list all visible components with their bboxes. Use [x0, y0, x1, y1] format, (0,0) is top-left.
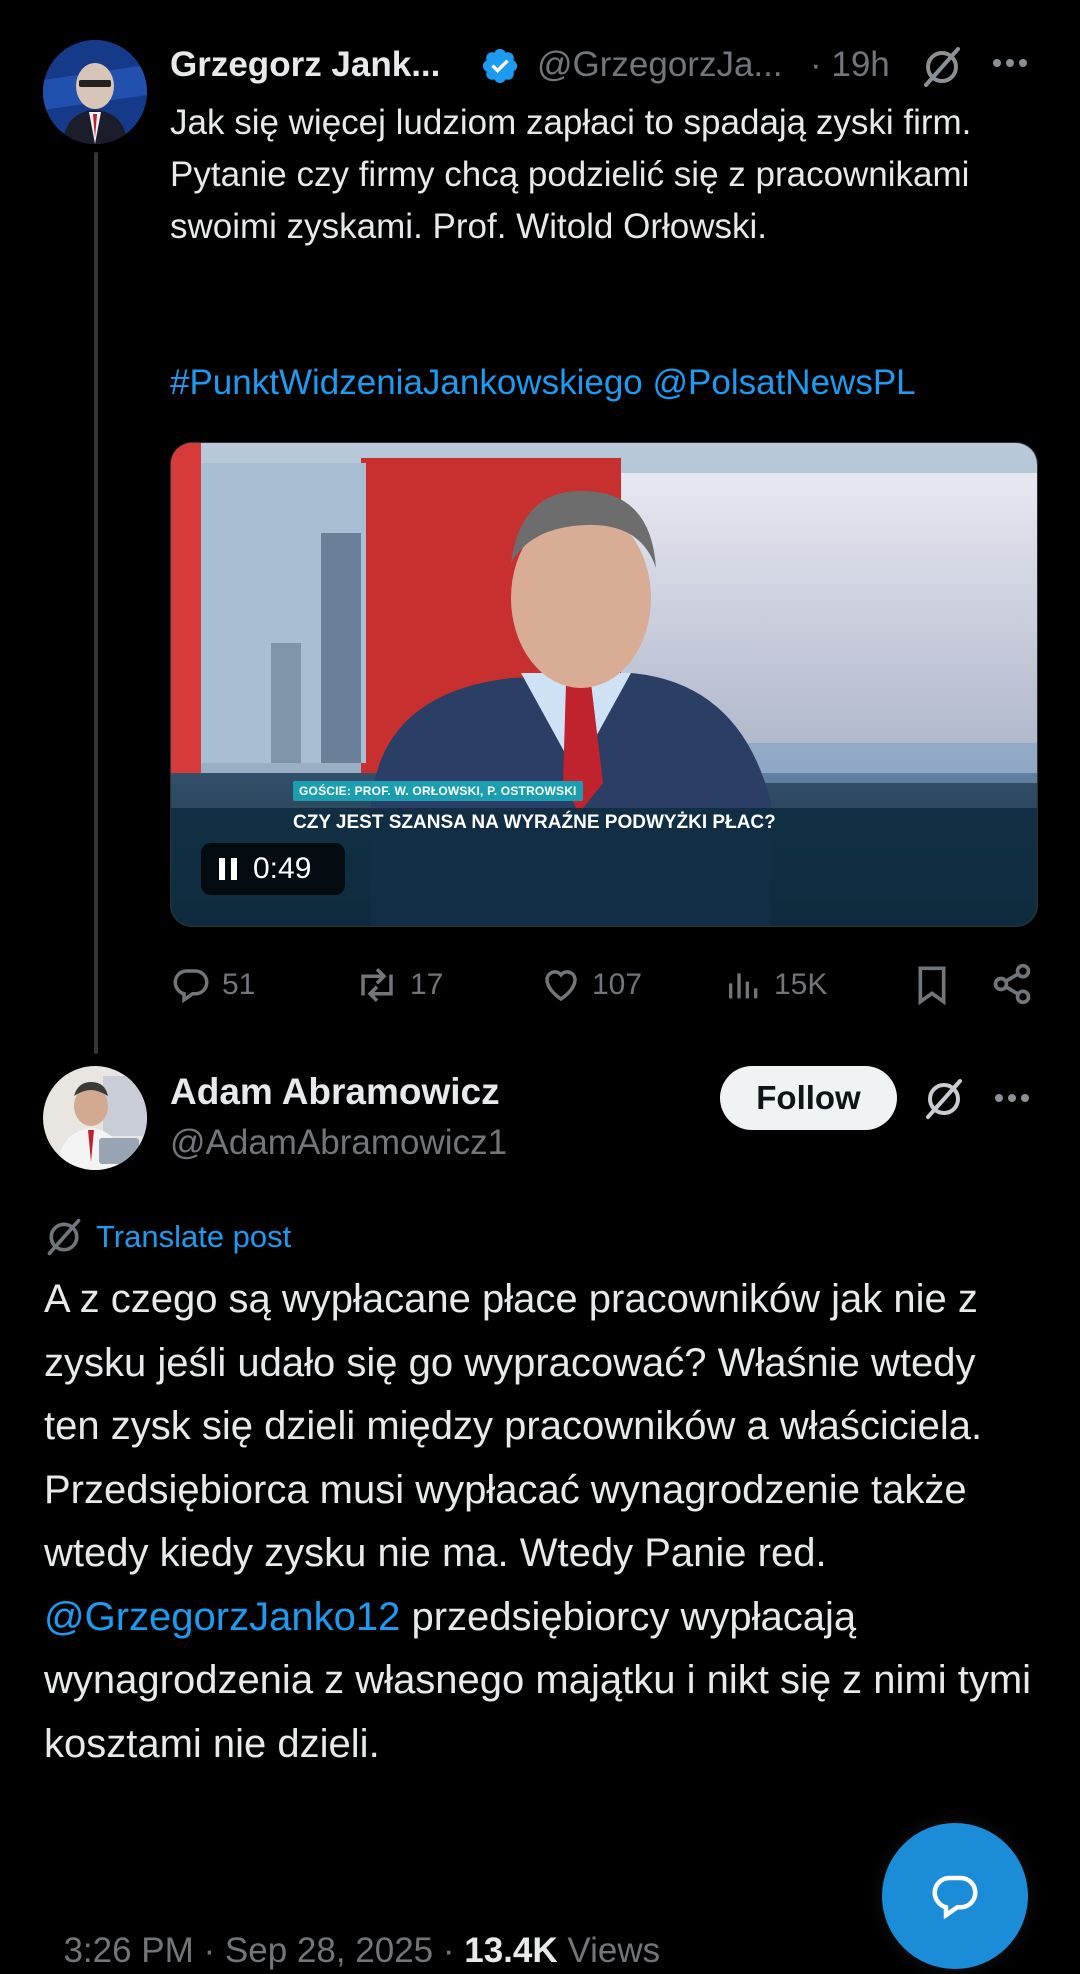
video-guests-caption: GOŚCIE: PROF. W. ORŁOWSKI, P. OSTROWSKI: [299, 784, 577, 798]
pause-icon[interactable]: [217, 856, 239, 882]
more-options-icon[interactable]: [990, 56, 1030, 70]
repost-action[interactable]: 17: [354, 960, 443, 1010]
reply-text-part1: A z czego są wypłacane płace pracowników…: [44, 1277, 983, 1575]
compose-reply-button[interactable]: [882, 1823, 1028, 1969]
like-count: 107: [592, 968, 643, 1001]
post-tags: #PunktWidzeniaJankowskiego @PolsatNewsPL: [170, 357, 916, 409]
heart-icon: [540, 964, 582, 1006]
translate-icon: [44, 1217, 84, 1257]
reply-text: A z czego są wypłacane płace pracowników…: [44, 1268, 1034, 1776]
views-action[interactable]: 15K: [724, 960, 827, 1010]
hashtag-link[interactable]: #PunktWidzeniaJankowskiego: [170, 363, 643, 402]
views-count: 15K: [774, 968, 828, 1001]
verified-badge-icon: [480, 46, 520, 86]
bookmark-icon[interactable]: [912, 962, 952, 1008]
reply-action[interactable]: 51: [170, 960, 255, 1010]
video-headline: CZY JEST SZANSA NA WYRAŹNE PODWYŻKI PŁAC…: [293, 812, 776, 833]
author-handle[interactable]: @GrzegorzJa...: [537, 42, 783, 88]
reply-count: 51: [222, 968, 256, 1001]
author-name[interactable]: Grzegorz Jank...: [170, 42, 440, 88]
reply-timestamp[interactable]: 3:26 PM · Sep 28, 2025 ·: [63, 1931, 464, 1970]
repost-count: 17: [410, 968, 444, 1001]
reply-icon: [170, 964, 212, 1006]
more-options-icon[interactable]: [992, 1091, 1032, 1105]
grok-icon[interactable]: [922, 1077, 966, 1121]
thread-line: [94, 152, 98, 1054]
share-icon[interactable]: [990, 962, 1034, 1006]
reply-views-count: 13.4K: [464, 1931, 558, 1970]
reply-meta: 3:26 PM · Sep 28, 2025 · 13.4K Views: [44, 1882, 660, 1974]
post-time[interactable]: · 19h: [810, 42, 890, 88]
translate-post-label[interactable]: Translate post: [96, 1217, 291, 1257]
like-action[interactable]: 107: [540, 960, 642, 1010]
follow-button[interactable]: Follow: [720, 1066, 897, 1130]
author-avatar[interactable]: [43, 40, 147, 144]
reply-author-name[interactable]: Adam Abramowicz: [170, 1068, 500, 1116]
reply-author-handle[interactable]: @AdamAbramowicz1: [170, 1120, 507, 1166]
video-player[interactable]: GOŚCIE: PROF. W. ORŁOWSKI, P. OSTROWSKI …: [170, 442, 1038, 927]
post-text: Jak się więcej ludziom zapłaci to spadaj…: [170, 103, 982, 246]
reply-mention-link[interactable]: @GrzegorzJanko12: [44, 1595, 400, 1639]
mention-link[interactable]: @PolsatNewsPL: [653, 363, 916, 402]
views-icon: [724, 964, 764, 1006]
reply-bubble-icon: [928, 1869, 982, 1923]
reply-views-label: Views: [557, 1931, 661, 1970]
repost-icon: [354, 964, 400, 1006]
video-duration: 0:49: [253, 852, 312, 885]
video-timer-pill[interactable]: 0:49: [201, 843, 345, 895]
translate-post[interactable]: Translate post: [44, 1217, 291, 1257]
grok-icon[interactable]: [920, 45, 964, 89]
reply-author-avatar[interactable]: [43, 1066, 147, 1170]
